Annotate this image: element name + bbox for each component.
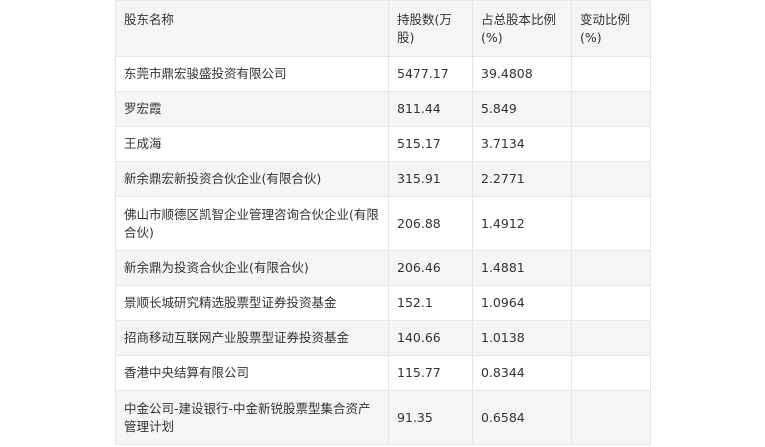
cell-shares-held: 515.17 bbox=[388, 126, 473, 162]
header-shares-held: 持股数(万股) bbox=[388, 0, 473, 57]
cell-share-ratio: 3.7134 bbox=[472, 126, 572, 162]
table-row: 东莞市鼎宏骏盛投资有限公司 5477.17 39.4808 bbox=[115, 56, 651, 92]
cell-share-ratio: 1.0138 bbox=[472, 320, 572, 356]
cell-share-ratio: 0.8344 bbox=[472, 355, 572, 391]
table-row: 招商移动互联网产业股票型证券投资基金 140.66 1.0138 bbox=[115, 320, 651, 356]
cell-shares-held: 206.46 bbox=[388, 250, 473, 286]
cell-shareholder-name: 招商移动互联网产业股票型证券投资基金 bbox=[115, 320, 389, 356]
cell-shares-held: 152.1 bbox=[388, 285, 473, 321]
cell-change-ratio bbox=[571, 390, 651, 445]
cell-shareholder-name: 佛山市顺德区凯智企业管理咨询合伙企业(有限合伙) bbox=[115, 196, 389, 251]
cell-shareholder-name: 王成海 bbox=[115, 126, 389, 162]
cell-shares-held: 315.91 bbox=[388, 161, 473, 197]
cell-shareholder-name: 景顺长城研究精选股票型证券投资基金 bbox=[115, 285, 389, 321]
cell-change-ratio bbox=[571, 126, 651, 162]
header-change-ratio: 变动比例(%) bbox=[571, 0, 651, 57]
cell-share-ratio: 1.4881 bbox=[472, 250, 572, 286]
table-row: 新余鼎为投资合伙企业(有限合伙) 206.46 1.4881 bbox=[115, 250, 651, 286]
cell-change-ratio bbox=[571, 91, 651, 127]
table-row: 中金公司-建设银行-中金新锐股票型集合资产管理计划 91.35 0.6584 bbox=[115, 390, 651, 445]
cell-shareholder-name: 中金公司-建设银行-中金新锐股票型集合资产管理计划 bbox=[115, 390, 389, 445]
cell-change-ratio bbox=[571, 355, 651, 391]
cell-shareholder-name: 新余鼎宏新投资合伙企业(有限合伙) bbox=[115, 161, 389, 197]
cell-share-ratio: 0.6584 bbox=[472, 390, 572, 445]
header-share-ratio: 占总股本比例(%) bbox=[472, 0, 572, 57]
table-header-row: 股东名称 持股数(万股) 占总股本比例(%) 变动比例(%) bbox=[115, 0, 651, 57]
cell-change-ratio bbox=[571, 250, 651, 286]
cell-shareholder-name: 东莞市鼎宏骏盛投资有限公司 bbox=[115, 56, 389, 92]
cell-shareholder-name: 新余鼎为投资合伙企业(有限合伙) bbox=[115, 250, 389, 286]
cell-change-ratio bbox=[571, 161, 651, 197]
shareholder-table: 股东名称 持股数(万股) 占总股本比例(%) 变动比例(%) 东莞市鼎宏骏盛投资… bbox=[115, 0, 651, 445]
shareholder-table-container: 股东名称 持股数(万股) 占总股本比例(%) 变动比例(%) 东莞市鼎宏骏盛投资… bbox=[115, 0, 651, 445]
cell-share-ratio: 1.4912 bbox=[472, 196, 572, 251]
cell-shares-held: 206.88 bbox=[388, 196, 473, 251]
cell-shareholder-name: 罗宏霞 bbox=[115, 91, 389, 127]
table-row: 佛山市顺德区凯智企业管理咨询合伙企业(有限合伙) 206.88 1.4912 bbox=[115, 196, 651, 251]
cell-share-ratio: 2.2771 bbox=[472, 161, 572, 197]
table-row: 王成海 515.17 3.7134 bbox=[115, 126, 651, 162]
cell-shares-held: 115.77 bbox=[388, 355, 473, 391]
cell-share-ratio: 5.849 bbox=[472, 91, 572, 127]
cell-change-ratio bbox=[571, 196, 651, 251]
table-row: 新余鼎宏新投资合伙企业(有限合伙) 315.91 2.2771 bbox=[115, 161, 651, 197]
cell-change-ratio bbox=[571, 56, 651, 92]
cell-change-ratio bbox=[571, 285, 651, 321]
cell-share-ratio: 39.4808 bbox=[472, 56, 572, 92]
table-row: 罗宏霞 811.44 5.849 bbox=[115, 91, 651, 127]
cell-shares-held: 5477.17 bbox=[388, 56, 473, 92]
cell-share-ratio: 1.0964 bbox=[472, 285, 572, 321]
table-row: 香港中央结算有限公司 115.77 0.8344 bbox=[115, 355, 651, 391]
cell-shares-held: 140.66 bbox=[388, 320, 473, 356]
table-row: 景顺长城研究精选股票型证券投资基金 152.1 1.0964 bbox=[115, 285, 651, 321]
cell-shares-held: 811.44 bbox=[388, 91, 473, 127]
cell-shares-held: 91.35 bbox=[388, 390, 473, 445]
cell-shareholder-name: 香港中央结算有限公司 bbox=[115, 355, 389, 391]
cell-change-ratio bbox=[571, 320, 651, 356]
header-shareholder-name: 股东名称 bbox=[115, 0, 389, 57]
